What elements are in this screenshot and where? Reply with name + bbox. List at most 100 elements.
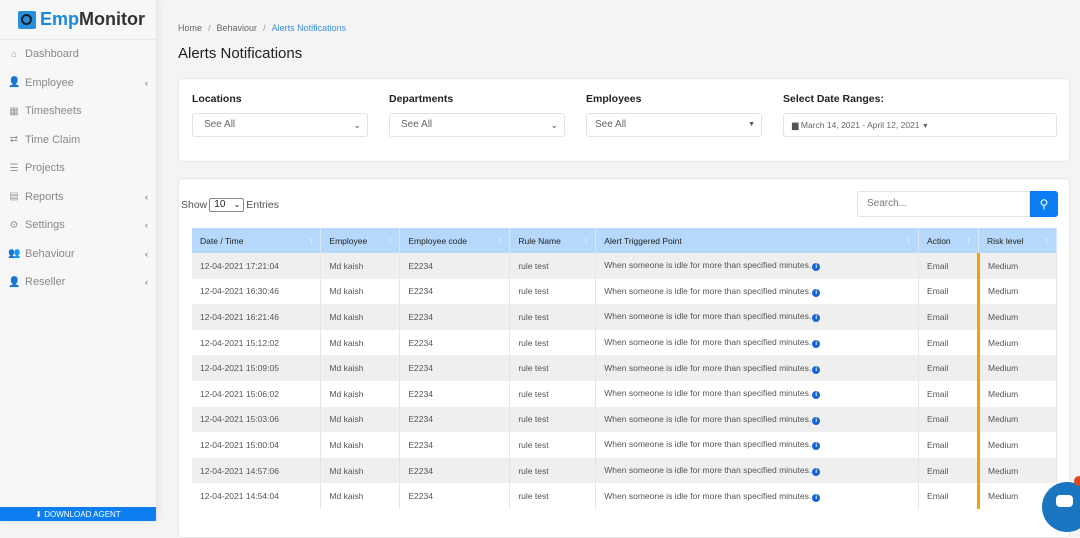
gear-icon: ⚙ bbox=[9, 219, 19, 231]
locations-filter: Locations See All ⌄ bbox=[192, 93, 368, 137]
departments-select[interactable]: See All ⌄ bbox=[389, 113, 565, 137]
sidebar-item-label: Reseller bbox=[25, 276, 66, 289]
info-icon[interactable]: i bbox=[812, 442, 821, 451]
column-header[interactable]: Employee code ↑ bbox=[399, 228, 511, 253]
table-cell: rule test bbox=[509, 253, 597, 279]
cell-text: Md kaish bbox=[329, 388, 364, 399]
cell-text: rule test bbox=[518, 286, 549, 297]
cell-text: E2234 bbox=[408, 363, 433, 374]
show-label: Show bbox=[181, 199, 208, 211]
table-cell: rule test bbox=[509, 406, 597, 433]
table-cell: Md kaish bbox=[320, 355, 401, 381]
column-label: Rule Name bbox=[518, 235, 561, 246]
locations-select[interactable]: See All ⌄ bbox=[192, 113, 368, 137]
table-cell: Medium bbox=[977, 355, 1057, 381]
info-icon[interactable]: i bbox=[812, 288, 821, 297]
info-icon[interactable]: i bbox=[812, 493, 821, 502]
sidebar-item-reseller[interactable]: 👤 Reseller ‹ bbox=[0, 268, 156, 297]
sidebar-item-reports[interactable]: ▤ Reports ‹ bbox=[0, 183, 156, 212]
table-cell: When someone is idle for more than speci… bbox=[595, 457, 920, 484]
cell-text: E2234 bbox=[408, 337, 433, 348]
table-cell: When someone is idle for more than speci… bbox=[595, 355, 920, 381]
breadcrumb-home[interactable]: Home bbox=[178, 23, 202, 33]
table-cell: Md kaish bbox=[320, 380, 401, 407]
table-cell: rule test bbox=[509, 329, 597, 356]
cell-text: 12-04-2021 17:21:04 bbox=[200, 260, 279, 271]
cell-text: E2234 bbox=[408, 260, 433, 271]
chevron-down-icon: ⌄ bbox=[550, 120, 558, 130]
employees-select[interactable]: See All ▼ bbox=[586, 113, 762, 137]
cell-text: rule test bbox=[518, 414, 549, 425]
date-range-picker[interactable]: ▆ March 14, 2021 - April 12, 2021 ▼ bbox=[783, 113, 1057, 137]
cell-text: Email bbox=[927, 363, 949, 374]
table-cell: rule test bbox=[509, 380, 597, 407]
cell-text: When someone is idle for more than speci… bbox=[604, 413, 812, 424]
cell-text: E2234 bbox=[408, 465, 433, 476]
date-range-filter: Select Date Ranges: ▆ March 14, 2021 - A… bbox=[783, 93, 1057, 137]
download-agent-button[interactable]: ⬇ DOWNLOAD AGENT bbox=[0, 507, 156, 521]
column-header[interactable]: Risk level ↑ bbox=[978, 228, 1057, 253]
sort-icon: ↑ bbox=[497, 235, 503, 246]
cell-text: Medium bbox=[988, 337, 1019, 348]
info-icon[interactable]: i bbox=[812, 416, 821, 425]
info-icon[interactable]: i bbox=[812, 263, 821, 272]
sidebar-nav: ⌂ Dashboard 👤 Employee ‹ ▦ Timesheets ⇄ Time Cla… bbox=[0, 40, 156, 297]
table-row: 12-04-2021 14:54:04 Md kaish E2234 rule tes… bbox=[192, 483, 1057, 509]
table-cell: 12-04-2021 17:21:04 bbox=[192, 253, 322, 279]
search-button[interactable]: ⚲ bbox=[1030, 191, 1058, 217]
sidebar-item-timesheets[interactable]: ▦ Timesheets bbox=[0, 97, 156, 126]
info-icon[interactable]: i bbox=[812, 314, 821, 323]
table-row: 12-04-2021 14:57:06 Md kaish E2234 rule tes… bbox=[192, 457, 1057, 484]
sidebar-item-projects[interactable]: ☰ Projects bbox=[0, 154, 156, 183]
sidebar-item-behaviour[interactable]: 👥 Behaviour ‹ bbox=[0, 240, 156, 269]
notification-dot bbox=[1074, 476, 1080, 486]
table-row: 12-04-2021 15:12:02 Md kaish E2234 rule tes… bbox=[192, 329, 1057, 356]
column-header[interactable]: Employee ↑ bbox=[320, 228, 401, 253]
logo-icon bbox=[18, 10, 36, 29]
chevron-left-icon: ‹ bbox=[145, 277, 148, 288]
column-header[interactable]: Alert Triggered Point ↑ bbox=[595, 228, 920, 253]
info-icon[interactable]: i bbox=[812, 365, 821, 374]
column-header[interactable]: Rule Name ↑ bbox=[509, 228, 597, 253]
table-cell: When someone is idle for more than speci… bbox=[595, 406, 920, 433]
info-icon[interactable]: i bbox=[812, 340, 821, 349]
user-gear-icon: 👥 bbox=[8, 248, 21, 260]
info-icon[interactable]: i bbox=[812, 391, 821, 400]
column-header[interactable]: Date / Time ↑ bbox=[192, 228, 322, 253]
sidebar-item-employee[interactable]: 👤 Employee ‹ bbox=[0, 69, 156, 98]
search-input[interactable]: Search... bbox=[857, 191, 1030, 217]
logo[interactable]: EmpMonitor bbox=[0, 0, 156, 40]
user-icon: 👤 bbox=[8, 77, 21, 89]
table-row: 12-04-2021 15:09:05 Md kaish E2234 rule tes… bbox=[192, 355, 1057, 381]
entries-select[interactable]: 10 ⌄ bbox=[209, 198, 245, 212]
table-cell: E2234 bbox=[399, 483, 511, 509]
departments-label: Departments bbox=[389, 93, 454, 105]
column-header[interactable]: Action ↑ bbox=[918, 228, 979, 253]
cell-text: 12-04-2021 16:30:46 bbox=[200, 286, 279, 297]
cell-text: E2234 bbox=[408, 414, 433, 425]
cell-text: rule test bbox=[518, 311, 549, 322]
table-cell: Email bbox=[918, 432, 979, 458]
entries-value: 10 bbox=[214, 199, 226, 210]
breadcrumb-behaviour[interactable]: Behaviour bbox=[217, 23, 258, 33]
table-cell: Md kaish bbox=[320, 278, 401, 305]
column-label: Risk level bbox=[987, 235, 1024, 246]
table-cell: 12-04-2021 15:03:06 bbox=[192, 406, 322, 433]
sidebar-item-time-claim[interactable]: ⇄ Time Claim bbox=[0, 126, 156, 155]
departments-value: See All bbox=[401, 119, 433, 130]
table-cell: rule test bbox=[509, 278, 597, 305]
sidebar-item-settings[interactable]: ⚙ Settings ‹ bbox=[0, 211, 156, 240]
table-cell: E2234 bbox=[399, 253, 511, 279]
info-icon[interactable]: i bbox=[812, 468, 821, 477]
table-cell: 12-04-2021 14:54:04 bbox=[192, 483, 322, 509]
table-cell: rule test bbox=[509, 304, 597, 330]
chevron-down-icon: ⌄ bbox=[353, 120, 361, 130]
table-cell: Email bbox=[918, 457, 979, 484]
page-title: Alerts Notifications bbox=[178, 45, 303, 62]
table-cell: E2234 bbox=[399, 380, 511, 407]
cell-text: When someone is idle for more than speci… bbox=[604, 362, 812, 373]
table-cell: Medium bbox=[977, 457, 1057, 484]
cell-text: When someone is idle for more than speci… bbox=[604, 285, 812, 296]
sidebar-item-dashboard[interactable]: ⌂ Dashboard bbox=[0, 40, 156, 69]
chevron-left-icon: ‹ bbox=[145, 220, 148, 231]
